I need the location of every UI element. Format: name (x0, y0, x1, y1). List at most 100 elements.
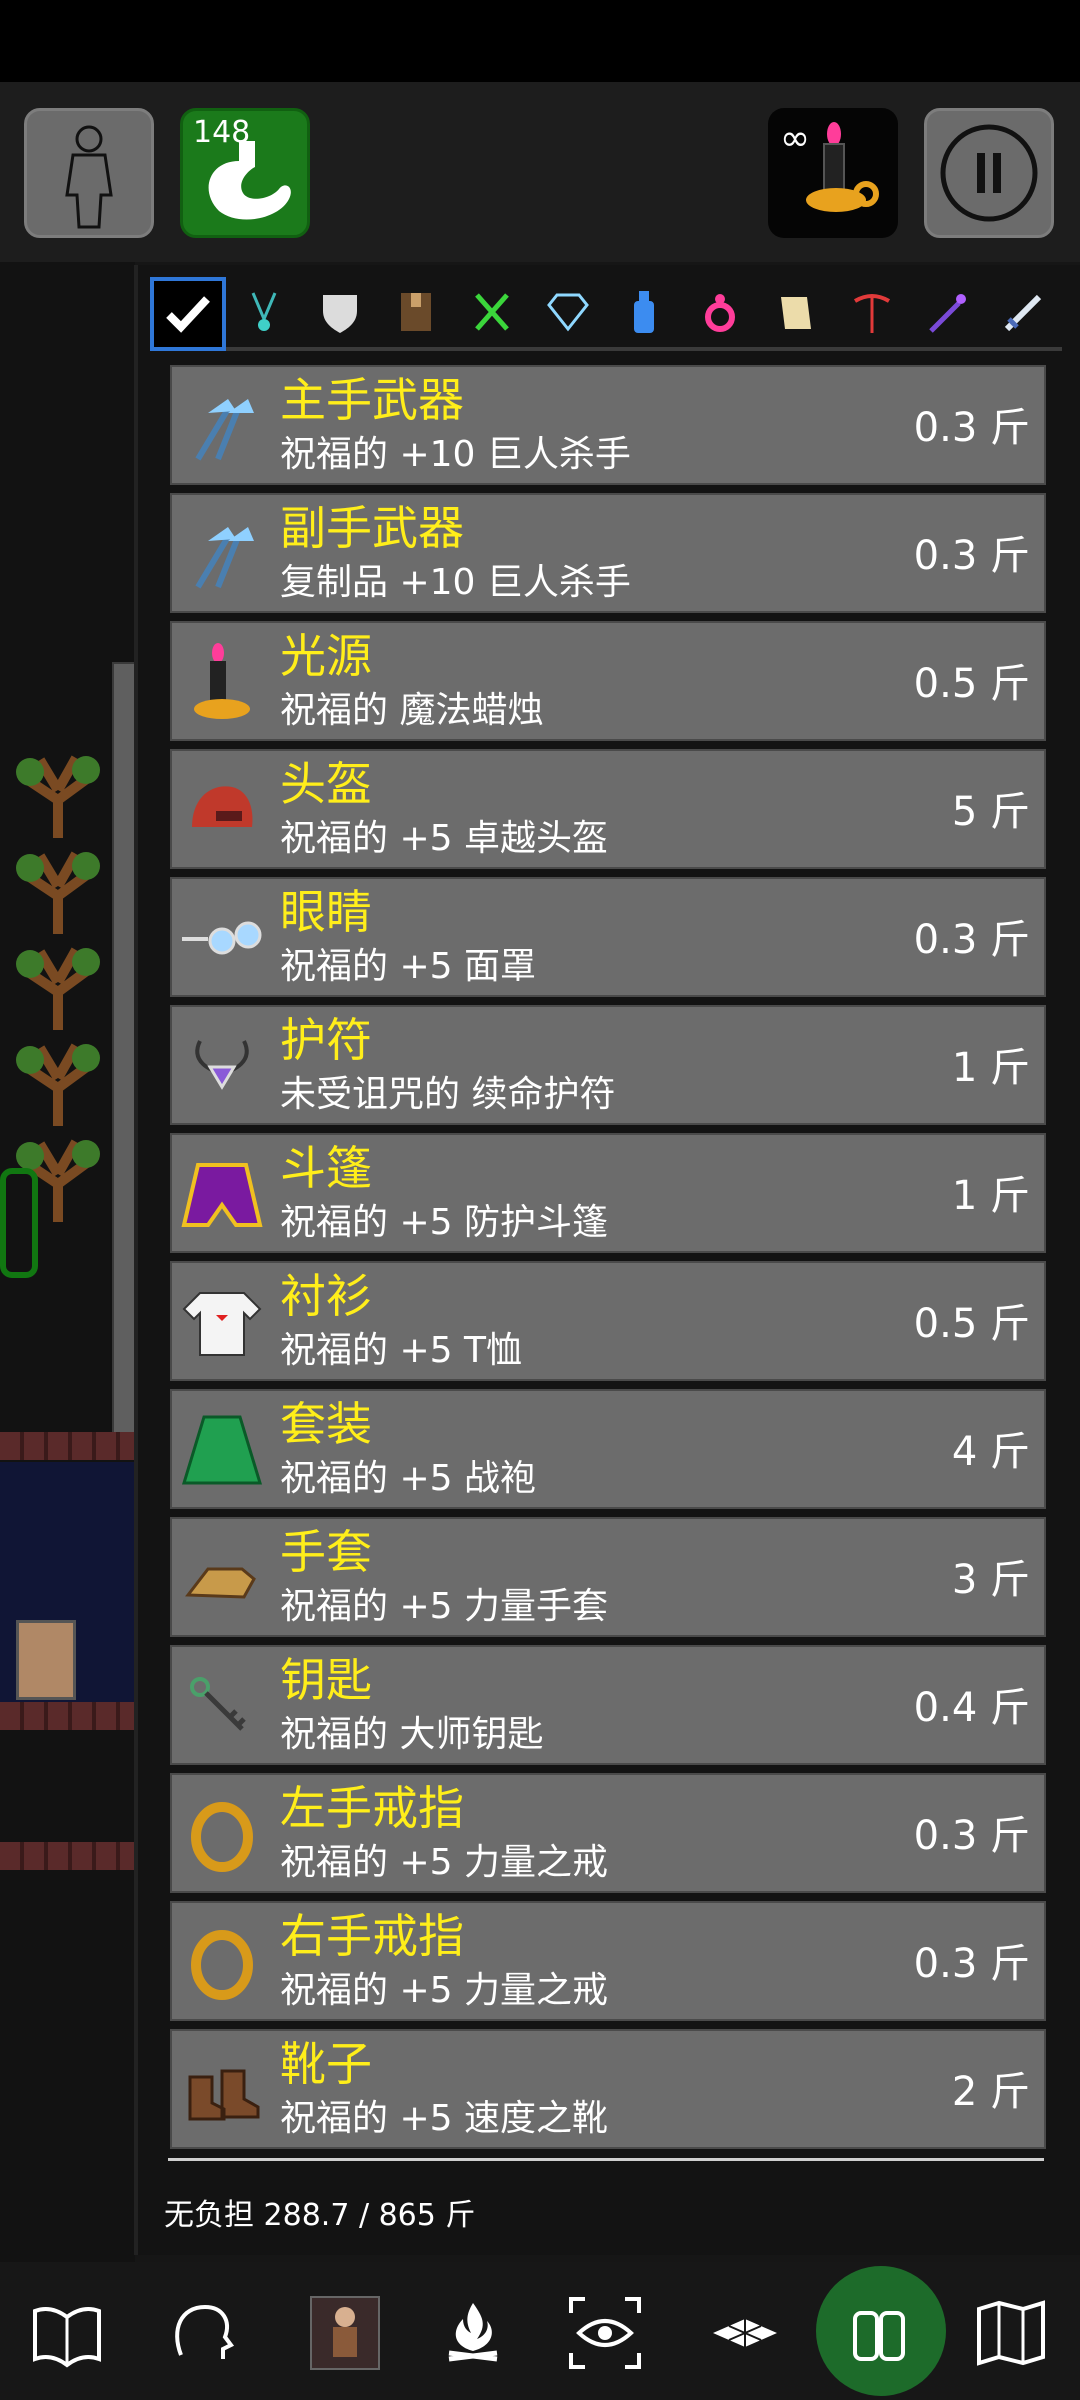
gloves-button[interactable] (836, 2288, 926, 2378)
pause-icon (940, 124, 1038, 222)
key-icon (190, 1677, 246, 1731)
item-name: 祝福的 +5 面罩 (280, 946, 536, 987)
map-icon (977, 2300, 1045, 2366)
axe-icon (195, 399, 254, 461)
item-weight: 3 斤 (951, 1557, 1030, 1603)
npc-sprite[interactable] (16, 1620, 76, 1700)
bottom-toolbar (0, 2262, 1080, 2400)
tab-amulets[interactable] (226, 277, 302, 351)
list-item[interactable]: 副手武器 复制品 +10 巨人杀手 0.3 斤 (170, 493, 1046, 613)
look-button[interactable] (560, 2288, 650, 2378)
item-name: 祝福的 +5 力量之戒 (280, 1970, 608, 2011)
item-weight: 0.3 斤 (913, 917, 1030, 963)
light-source-button[interactable]: ∞ (768, 108, 898, 238)
character-icon (310, 2296, 380, 2370)
tab-tools[interactable] (834, 277, 910, 351)
shield-icon (323, 295, 357, 333)
candle-icon (806, 122, 879, 212)
floor-button[interactable] (700, 2288, 790, 2378)
tab-gems[interactable] (530, 277, 606, 351)
brick-wall (0, 1702, 135, 1730)
burden-status: 无负担 288.7 / 865 斤 (164, 2198, 476, 2233)
hunger-button[interactable]: 148 (180, 108, 310, 238)
item-weight: 0.3 斤 (913, 1813, 1030, 1859)
list-item[interactable]: 钥匙 祝福的 大师钥匙 0.4 斤 (170, 1645, 1046, 1765)
boots-icon (188, 2069, 260, 2121)
wand-icon (929, 294, 966, 333)
character-button[interactable] (24, 108, 154, 238)
green-door[interactable] (0, 1168, 38, 1278)
tab-potions[interactable] (606, 277, 682, 351)
slot-label: 衬衫 (280, 1269, 372, 1323)
item-name: 祝福的 +10 巨人杀手 (280, 434, 631, 475)
tree-icon (16, 851, 100, 934)
list-item[interactable]: 光源 祝福的 魔法蜡烛 0.5 斤 (170, 621, 1046, 741)
item-weight: 1 斤 (951, 1173, 1030, 1219)
item-name: 祝福的 魔法蜡烛 (280, 690, 544, 731)
scroll-icon (781, 297, 811, 329)
slot-label: 右手戒指 (280, 1909, 464, 1963)
utensils-icon (475, 293, 509, 331)
item-name: 祝福的 +5 速度之靴 (280, 2098, 608, 2139)
tab-weapons[interactable] (986, 277, 1062, 351)
map-button[interactable] (966, 2288, 1056, 2378)
brick-wall (0, 1432, 135, 1460)
list-item[interactable]: 衬衫 祝福的 +5 T恤 0.5 斤 (170, 1261, 1046, 1381)
equipment-list: 主手武器 祝福的 +10 巨人杀手 0.3 斤 副手武器 复制品 +10 巨人杀… (170, 365, 1050, 2157)
goggles-icon (182, 921, 262, 955)
list-item[interactable]: 眼睛 祝福的 +5 面罩 0.3 斤 (170, 877, 1046, 997)
list-item[interactable]: 套装 祝福的 +5 战袍 4 斤 (170, 1389, 1046, 1509)
tab-books[interactable] (378, 277, 454, 351)
axe-icon (195, 527, 254, 589)
ring-icon (191, 1802, 253, 1872)
ring-icon (191, 1930, 253, 2000)
list-item[interactable]: 右手戒指 祝福的 +5 力量之戒 0.3 斤 (170, 1901, 1046, 2021)
item-weight: 0.3 斤 (913, 533, 1030, 579)
tab-food[interactable] (454, 277, 530, 351)
pause-button[interactable] (924, 108, 1054, 238)
tab-rings[interactable] (682, 277, 758, 351)
item-name: 祝福的 大师钥匙 (280, 1714, 544, 1755)
item-name: 复制品 +10 巨人杀手 (280, 562, 631, 603)
list-item[interactable]: 左手戒指 祝福的 +5 力量之戒 0.3 斤 (170, 1773, 1046, 1893)
slot-label: 手套 (280, 1525, 372, 1579)
check-icon (166, 296, 210, 333)
list-item[interactable]: 主手武器 祝福的 +10 巨人杀手 0.3 斤 (170, 365, 1046, 485)
top-hud: 148 ∞ (0, 82, 1080, 262)
list-item[interactable]: 护符 未受诅咒的 续命护符 1 斤 (170, 1005, 1046, 1125)
list-item[interactable]: 头盔 祝福的 +5 卓越头盔 5 斤 (170, 749, 1046, 869)
slot-label: 靴子 (280, 2037, 372, 2091)
list-item[interactable]: 斗篷 祝福的 +5 防护斗篷 1 斤 (170, 1133, 1046, 1253)
book-icon (33, 2307, 101, 2368)
amulet-icon (195, 1040, 249, 1090)
slot-label: 副手武器 (280, 501, 464, 555)
item-weight: 5 斤 (951, 789, 1030, 835)
map-view[interactable] (0, 262, 138, 2400)
character-sprite-button[interactable] (300, 2288, 390, 2378)
robe-icon (181, 1415, 263, 1485)
tab-equipped[interactable] (150, 277, 226, 351)
item-weight: 0.5 斤 (913, 1301, 1030, 1347)
list-item[interactable]: 手套 祝福的 +5 力量手套 3 斤 (170, 1517, 1046, 1637)
ring-icon (705, 294, 735, 332)
list-divider (168, 2158, 1044, 2161)
spellbook-button[interactable] (22, 2288, 112, 2378)
slot-label: 左手戒指 (280, 1781, 464, 1835)
item-name: 未受诅咒的 续命护符 (280, 1074, 616, 1115)
pickaxe-icon (853, 294, 891, 333)
rest-button[interactable] (428, 2288, 518, 2378)
tree-icon (16, 1043, 100, 1126)
tab-scrolls[interactable] (758, 277, 834, 351)
chat-button[interactable] (156, 2288, 246, 2378)
list-item[interactable]: 靴子 祝福的 +5 速度之靴 2 斤 (170, 2029, 1046, 2149)
tab-armor[interactable] (302, 277, 378, 351)
tab-wands[interactable] (910, 277, 986, 351)
tree-icon (16, 755, 100, 838)
eye-target-icon (569, 2297, 641, 2369)
amulet-icon (251, 292, 277, 331)
slot-label: 钥匙 (280, 1653, 372, 1707)
slot-label: 套装 (280, 1397, 372, 1451)
person-icon (65, 125, 113, 229)
status-bar (0, 0, 1080, 82)
tree-icon (16, 947, 100, 1030)
